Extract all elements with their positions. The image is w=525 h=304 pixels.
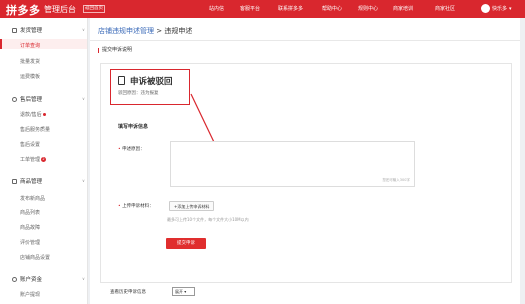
materials-label-text: 上传申诉材料： bbox=[122, 204, 154, 209]
sidebar: 发货管理 ∨ 订单查询 批量发货 运费模板 售后管理 ∨ 退款/售后 售后服务质… bbox=[0, 18, 88, 304]
sidebar-group-label: 发货管理 bbox=[20, 28, 43, 34]
sidebar-item-order-query[interactable]: 订单查询 bbox=[20, 42, 40, 49]
document-icon bbox=[118, 76, 125, 85]
chevron-down-icon[interactable]: ∨ bbox=[82, 27, 85, 32]
materials-label: • 上传申诉材料： bbox=[118, 203, 154, 209]
chevron-down-icon: ▾ bbox=[184, 289, 187, 294]
sidebar-group-shipping[interactable]: 发货管理 bbox=[12, 26, 42, 34]
sidebar-item-after-sales-settings[interactable]: 售后设置 bbox=[20, 141, 40, 148]
nav-merchant-training[interactable]: 商家培训 bbox=[393, 5, 413, 12]
nav-help-center[interactable]: 帮助中心 bbox=[322, 5, 342, 12]
sidebar-item-service-quality[interactable]: 售后服务质量 bbox=[20, 126, 50, 133]
required-marker: • bbox=[118, 204, 121, 209]
sidebar-item-label: 工单管理 bbox=[20, 157, 41, 163]
chevron-down-icon: ▾ bbox=[509, 5, 512, 12]
sidebar-group-label: 账户资金 bbox=[20, 277, 43, 283]
notification-dot bbox=[42, 113, 46, 116]
chevron-down-icon[interactable]: ∨ bbox=[82, 96, 85, 101]
form-title: 填写申诉信息 bbox=[118, 124, 149, 130]
upload-hint: 最多可上传10个文件，每个文件大小10M以内 bbox=[167, 217, 249, 222]
sidebar-group-label: 售后管理 bbox=[20, 97, 43, 103]
sidebar-item-batch-shipping[interactable]: 批量发货 bbox=[20, 58, 40, 65]
sidebar-item-tickets[interactable]: 工单管理 2 bbox=[20, 156, 47, 163]
sidebar-item-product-list[interactable]: 商品列表 bbox=[20, 209, 40, 216]
nav-messages[interactable]: 站内信 bbox=[209, 5, 224, 12]
history-select-value: 展开 bbox=[175, 289, 183, 294]
sidebar-item-withdraw[interactable]: 账户提现 bbox=[20, 291, 40, 298]
user-name: 快乐多 bbox=[492, 6, 508, 12]
products-icon bbox=[12, 178, 17, 184]
chevron-down-icon[interactable]: ∨ bbox=[82, 178, 85, 183]
reason-textarea[interactable]: 您还可输入300字 bbox=[170, 141, 415, 187]
main-content: 店铺违规申述管理 > 违规申述 提交申诉说明 申诉被驳回 驳回原因：违为报复 填… bbox=[90, 18, 520, 304]
breadcrumb-link[interactable]: 店铺违规申述管理 bbox=[98, 27, 154, 35]
sidebar-item-new-product[interactable]: 发布新商品 bbox=[20, 195, 45, 202]
status-title: 申诉被驳回 bbox=[130, 77, 173, 87]
sidebar-item-store-product-settings[interactable]: 店铺商品设置 bbox=[20, 254, 50, 261]
reason-label: • 申述原因： bbox=[118, 146, 145, 152]
home-button[interactable]: 返回首页 bbox=[83, 5, 105, 13]
sidebar-item-refunds[interactable]: 退款/售后 bbox=[20, 111, 46, 118]
nav-contact[interactable]: 联系拼多多 bbox=[278, 5, 303, 12]
sidebar-group-after-sales[interactable]: 售后管理 bbox=[12, 95, 42, 103]
shipping-icon bbox=[12, 27, 17, 33]
breadcrumb: 店铺违规申述管理 > 违规申述 bbox=[98, 26, 192, 36]
logo[interactable]: 拼多多 bbox=[6, 2, 41, 18]
divider bbox=[90, 40, 520, 41]
chevron-down-icon[interactable]: ∨ bbox=[82, 276, 85, 281]
nav-merchant-community[interactable]: 商家社区 bbox=[435, 5, 455, 12]
after-sales-icon bbox=[12, 96, 17, 102]
submit-button[interactable]: 提交申诉 bbox=[166, 238, 206, 249]
sidebar-group-label: 商品管理 bbox=[20, 179, 43, 185]
upload-button[interactable]: +添加上传申诉材料 bbox=[169, 201, 215, 211]
sidebar-item-freight-template[interactable]: 运费模板 bbox=[20, 73, 40, 80]
reason-label-text: 申述原因： bbox=[122, 147, 145, 152]
sidebar-item-label: 退款/售后 bbox=[20, 112, 42, 118]
user-menu[interactable]: 快乐多 ▾ bbox=[481, 4, 512, 13]
history-label: 查看历史申诉信息 bbox=[110, 290, 146, 295]
avatar bbox=[481, 4, 490, 13]
top-bar: 拼多多 管理后台 返回首页 站内信 客服平台 联系拼多多 帮助中心 规则中心 商… bbox=[0, 0, 525, 18]
sidebar-item-product-faults[interactable]: 商品故障 bbox=[20, 224, 40, 231]
app-title: 管理后台 bbox=[44, 5, 76, 14]
status-box: 申诉被驳回 驳回原因：违为报复 bbox=[110, 69, 190, 105]
required-marker: • bbox=[118, 147, 121, 152]
history-select[interactable]: 展开 ▾ bbox=[172, 287, 195, 296]
char-count-hint: 您还可输入300字 bbox=[382, 178, 410, 182]
status-reason: 驳回原因：违为报复 bbox=[118, 91, 159, 96]
nav-customer-service[interactable]: 客服平台 bbox=[240, 5, 260, 12]
sidebar-item-reviews[interactable]: 评价管理 bbox=[20, 239, 40, 246]
nav-rules-center[interactable]: 规则中心 bbox=[358, 5, 378, 12]
sidebar-group-account-funds[interactable]: 账户资金 bbox=[12, 275, 42, 283]
breadcrumb-current: 违规申述 bbox=[164, 27, 193, 35]
ticket-count-badge: 2 bbox=[41, 157, 47, 162]
active-item-highlight bbox=[0, 39, 87, 49]
sidebar-group-products[interactable]: 商品管理 bbox=[12, 177, 42, 185]
breadcrumb-separator: > bbox=[156, 27, 163, 35]
section-title: 提交申诉说明 bbox=[98, 48, 132, 53]
funds-icon bbox=[12, 276, 17, 282]
